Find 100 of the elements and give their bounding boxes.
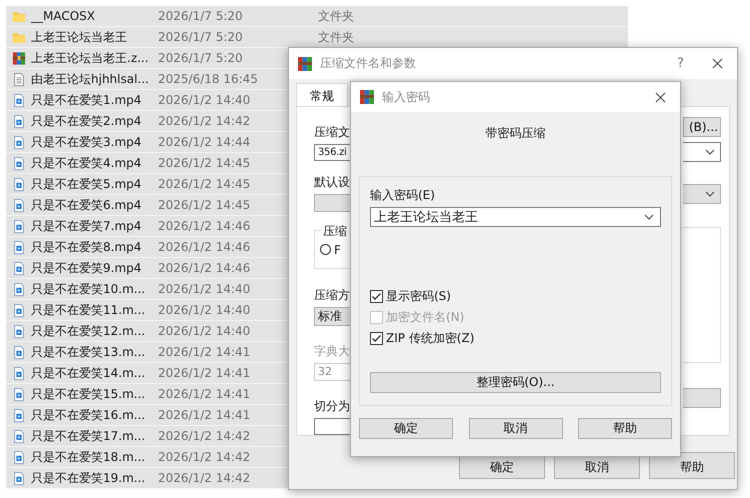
file-name: 由老王论坛hjhhlsal... [31,70,150,88]
video-file-icon [12,198,26,212]
video-file-icon [12,450,26,464]
file-date: 2026/1/2 14:46 [158,219,250,233]
file-name: 只是不在爱笑3.mp4 [31,134,142,150]
file-name: 只是不在爱笑7.mp4 [31,218,142,234]
file-name: 只是不在爱笑17.m... [31,428,146,444]
file-date: 2025/6/18 16:45 [158,72,258,86]
file-name: 只是不在爱笑9.mp4 [31,260,142,276]
file-date: 2026/1/2 14:46 [158,261,250,275]
chevron-down-icon [705,191,715,197]
file-date: 2026/1/2 14:45 [158,198,250,212]
video-file-icon [12,344,26,360]
password-field[interactable]: 上老王论坛当老王 [370,207,661,227]
file-date: 2026/1/2 14:42 [158,114,250,128]
field-label: 压缩方 [314,287,351,304]
video-file-icon [12,324,26,338]
file-type: 文件夹 [318,28,354,46]
file-name: 只是不在爱笑12.m... [31,322,146,340]
video-file-icon [12,260,26,276]
video-file-icon [12,386,26,402]
help-button[interactable]: ? [677,56,684,71]
file-name: 只是不在爱笑2.mp4 [31,112,142,130]
file-name: __MACOSX [31,9,96,23]
file-row[interactable]: 上老王论坛当老王 2026/1/7 5:20 文件夹 [6,27,628,48]
file-date: 2026/1/2 14:40 [158,282,250,296]
organize-passwords-button[interactable]: 整理密码(O)... [370,372,661,393]
video-file-icon [12,366,26,380]
file-date: 2026/1/2 14:42 [158,471,250,485]
file-name: 只是不在爱笑15.m... [31,386,146,402]
file-name: 只是不在爱笑4.mp4 [31,154,142,172]
dialog-button[interactable]: 帮助 [649,452,735,479]
browse-button[interactable]: (B)... [683,117,721,137]
field-label: 压缩文 [314,124,351,141]
video-file-icon [12,408,26,422]
checkbox[interactable] [370,290,383,303]
field-label: 字典大 [314,343,351,360]
password-label: 输入密码(E) [370,187,436,204]
file-date: 2026/1/2 14:41 [158,408,250,422]
window-title: 压缩文件名和参数 [320,55,416,72]
file-name: 只是不在爱笑16.m... [31,406,146,424]
file-date: 2026/1/2 14:42 [158,429,250,443]
file-name: 只是不在爱笑13.m... [31,344,146,360]
file-date: 2026/1/2 14:44 [158,135,250,149]
archive-name-dropdown[interactable] [683,142,721,162]
file-name: 上老王论坛当老王 [31,28,128,46]
file-date: 2026/1/2 14:45 [158,177,250,191]
archive-app-icon [359,89,375,105]
close-icon[interactable] [712,58,723,69]
radio-button[interactable] [320,244,331,256]
window-title: 输入密码 [382,88,430,106]
file-type: 文件夹 [318,8,354,24]
file-name: 只是不在爱笑11.m... [31,302,146,318]
file-name: 只是不在爱笑6.mp4 [31,196,142,214]
checkbox-label: ZIP 传统加密(Z) [386,330,474,347]
file-name: 上老王论坛当老王.z... [31,50,150,66]
file-name: 只是不在爱笑1.mp4 [31,92,142,108]
video-file-icon [12,282,26,296]
chevron-down-icon [644,214,654,220]
file-date: 2026/1/7 5:20 [158,30,243,44]
checkbox-label: 加密文件名(N) [386,309,464,326]
split-field[interactable] [314,418,351,436]
dialog-heading: 带密码压缩 [484,125,546,142]
close-icon[interactable] [655,92,666,102]
file-name: 只是不在爱笑10.m... [31,280,146,298]
chevron-down-icon [705,149,715,155]
archive-name-field[interactable]: 356.zi [314,144,351,162]
file-date: 2026/1/2 14:42 [158,450,250,464]
file-date: 2026/1/2 14:40 [158,93,250,107]
file-date: 2026/1/7 5:20 [158,9,243,23]
file-row[interactable]: __MACOSX 2026/1/7 5:20 文件夹 [6,6,628,27]
file-date: 2026/1/2 14:40 [158,324,250,338]
checkbox[interactable] [370,332,383,345]
video-file-icon [12,176,26,192]
video-file-icon [12,240,26,254]
dialog-button[interactable]: 确定 [359,418,453,439]
file-date: 2026/1/2 14:41 [158,387,250,401]
video-file-icon [12,302,26,318]
video-file-icon [12,218,26,234]
video-file-icon [12,92,26,108]
video-file-icon [12,428,26,444]
file-date: 2026/1/7 5:20 [158,51,243,65]
file-date: 2026/1/2 14:41 [158,366,250,380]
file-name: 只是不在爱笑5.mp4 [31,176,142,192]
video-file-icon [12,470,26,486]
video-file-icon [12,156,26,170]
dialog-button[interactable]: 取消 [468,418,562,439]
document-icon [12,72,26,86]
video-file-icon [12,114,26,128]
radio-label: F [334,242,341,257]
file-date: 2026/1/2 14:45 [158,156,250,170]
file-name: 只是不在爱笑18.m... [31,448,146,466]
file-date: 2026/1/2 14:46 [158,240,250,254]
file-name: 只是不在爱笑8.mp4 [31,238,142,256]
archive-app-icon [297,56,313,72]
file-name: 只是不在爱笑14.m... [31,364,146,382]
dialog-button[interactable]: 帮助 [578,418,672,439]
method-select[interactable]: 标准 [314,307,351,326]
field-label: 切分为 [314,398,351,415]
video-file-icon [12,134,26,150]
